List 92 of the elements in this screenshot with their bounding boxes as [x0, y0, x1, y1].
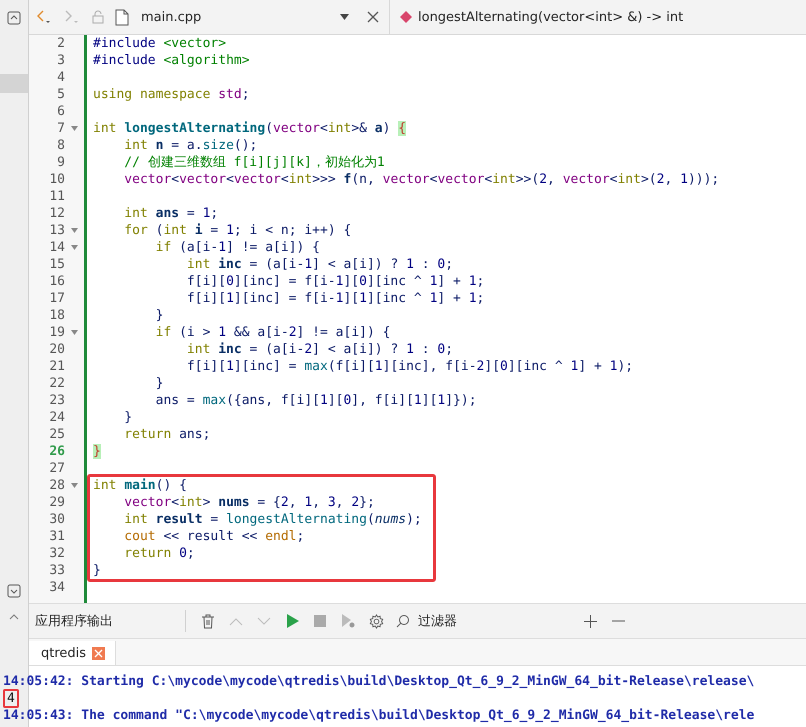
line-number: 20	[48, 342, 65, 357]
line-number: 14	[48, 240, 65, 255]
pane-title: 应用程序输出	[34, 613, 114, 630]
output-tab[interactable]: qtredis	[29, 641, 116, 665]
line-number: 11	[48, 189, 65, 204]
code-line: if (a[i-1] != a[i]) {	[154, 240, 320, 255]
line-number: 30	[48, 512, 65, 527]
code-line: f[i][0][inc] = f[i-1][0][inc ^ 1] + 1;	[186, 274, 484, 289]
code-line: }	[93, 563, 101, 578]
line-number: 4	[56, 70, 65, 85]
code-line: int ans = 1;	[123, 206, 218, 221]
code-line: int longestAlternating(vector<int>& a) {	[93, 121, 406, 136]
code-line: ans = max({ans, f[i][1][0], f[i][1][1]});	[154, 393, 477, 408]
line-number: 21	[48, 359, 65, 374]
caret-icon	[340, 14, 349, 20]
line-number: 19	[48, 325, 65, 340]
code-line: vector<int> nums = {2, 1, 3, 2};	[123, 495, 375, 510]
filter-field[interactable]: 过滤器	[416, 612, 560, 630]
line-number: 12	[48, 206, 65, 221]
line-number: 32	[48, 546, 65, 561]
code-line: }	[154, 376, 164, 391]
chevron-down-icon	[257, 616, 271, 626]
line-number: 7	[56, 121, 65, 136]
symbol-dropdown[interactable]: longestAlternating(vector<int> &) -> int	[389, 0, 684, 34]
play-bug-icon	[341, 614, 355, 628]
trash-icon	[201, 614, 215, 628]
search-icon	[396, 614, 410, 628]
line-number: 9	[56, 155, 65, 170]
line-number: 27	[48, 461, 65, 476]
code-line: if (i > 1 && a[i-2] != a[i]) {	[154, 325, 390, 340]
line-number: 31	[48, 529, 65, 544]
line-number: 33	[48, 563, 65, 578]
line-number: 13	[48, 223, 65, 238]
output-line: 14:05:42: Starting C:\mycode\mycode\qtredis\build\Desktop_Qt_6_9_2_MinGW_64_bit-Release\release\	[3, 674, 754, 689]
back-icon[interactable]	[35, 9, 53, 25]
scroll-up-icon[interactable]	[9, 613, 19, 621]
line-number: 28	[48, 478, 65, 493]
line-number: 29	[48, 495, 65, 510]
line-number: 10	[48, 172, 65, 187]
line-number: 25	[48, 427, 65, 442]
code-line: using namespace std;	[93, 87, 250, 102]
lock-icon[interactable]	[91, 10, 105, 24]
close-icon[interactable]	[92, 646, 106, 660]
close-icon[interactable]	[367, 11, 379, 23]
code-line: return 0;	[123, 546, 195, 561]
line-number: 6	[56, 104, 65, 119]
file-icon	[115, 8, 129, 26]
code-line: f[i][1][inc] = max(f[i][1][inc], f[i-2][0][inc ^ 1] + 1);	[186, 359, 634, 374]
code-line: int result = longestAlternating(nums);	[123, 512, 422, 527]
code-line: int n = a.size();	[123, 138, 258, 153]
code-line: f[i][1][inc] = f[i-1][1][inc ^ 1] + 1;	[186, 291, 484, 306]
code-line: int inc = (a[i-2] < a[i]) ? 1 : 0;	[186, 342, 454, 357]
play-icon	[286, 614, 298, 628]
line-number: 34	[48, 580, 65, 595]
line-number: 17	[48, 291, 65, 306]
fold-arrow-icon[interactable]	[70, 483, 78, 488]
line-number: 2	[56, 36, 65, 51]
code-line: // 创建三维数组 f[i][j][k]，初始化为1	[123, 155, 385, 170]
chevron-up-icon	[229, 616, 243, 626]
panel-toggle-icon[interactable]	[7, 584, 21, 598]
code-line: #include <vector>	[93, 36, 226, 51]
code-line: vector<vector<vector<int>>> f(n, vector<vector<int>>(2, vector<int>(2, 1)));	[123, 172, 720, 187]
fold-arrow-icon[interactable]	[70, 126, 78, 131]
fold-arrow-icon[interactable]	[70, 330, 78, 335]
code-line: return ans;	[123, 427, 210, 442]
line-number: 23	[48, 393, 65, 408]
line-number: 3	[56, 53, 65, 68]
code-line: int inc = (a[i-1] < a[i]) ? 1 : 0;	[186, 257, 454, 272]
code-line: #include <algorithm>	[93, 53, 250, 68]
panel-toggle-icon[interactable]	[7, 11, 21, 25]
line-number: 5	[56, 87, 65, 102]
line-number: 8	[56, 138, 65, 153]
code-line: }	[123, 410, 132, 425]
fold-arrow-icon[interactable]	[70, 245, 78, 250]
fold-arrow-icon[interactable]	[70, 228, 78, 233]
code-line: int main() {	[93, 478, 187, 493]
line-number: 15	[48, 257, 65, 272]
line-number: 22	[48, 376, 65, 391]
line-number: 24	[48, 410, 65, 425]
plus-icon	[584, 614, 596, 628]
stop-icon	[314, 615, 326, 627]
line-number: 26	[48, 444, 65, 459]
line-number: 18	[48, 308, 65, 323]
output-line: 14:05:43: The command "C:\mycode\mycode\qtredis\build\Desktop_Qt_6_9_2_MinGW_64_bit-Release\rele	[3, 708, 754, 723]
line-number: 16	[48, 274, 65, 289]
code-line: for (int i = 1; i < n; i++) {	[123, 223, 352, 238]
settings-icon	[368, 614, 384, 628]
minus-icon	[612, 620, 624, 622]
code-line: cout << result << endl;	[123, 529, 304, 544]
code-line: }	[154, 308, 164, 323]
file-dropdown[interactable]: main.cpp	[139, 0, 357, 34]
diamond-icon	[400, 11, 412, 23]
